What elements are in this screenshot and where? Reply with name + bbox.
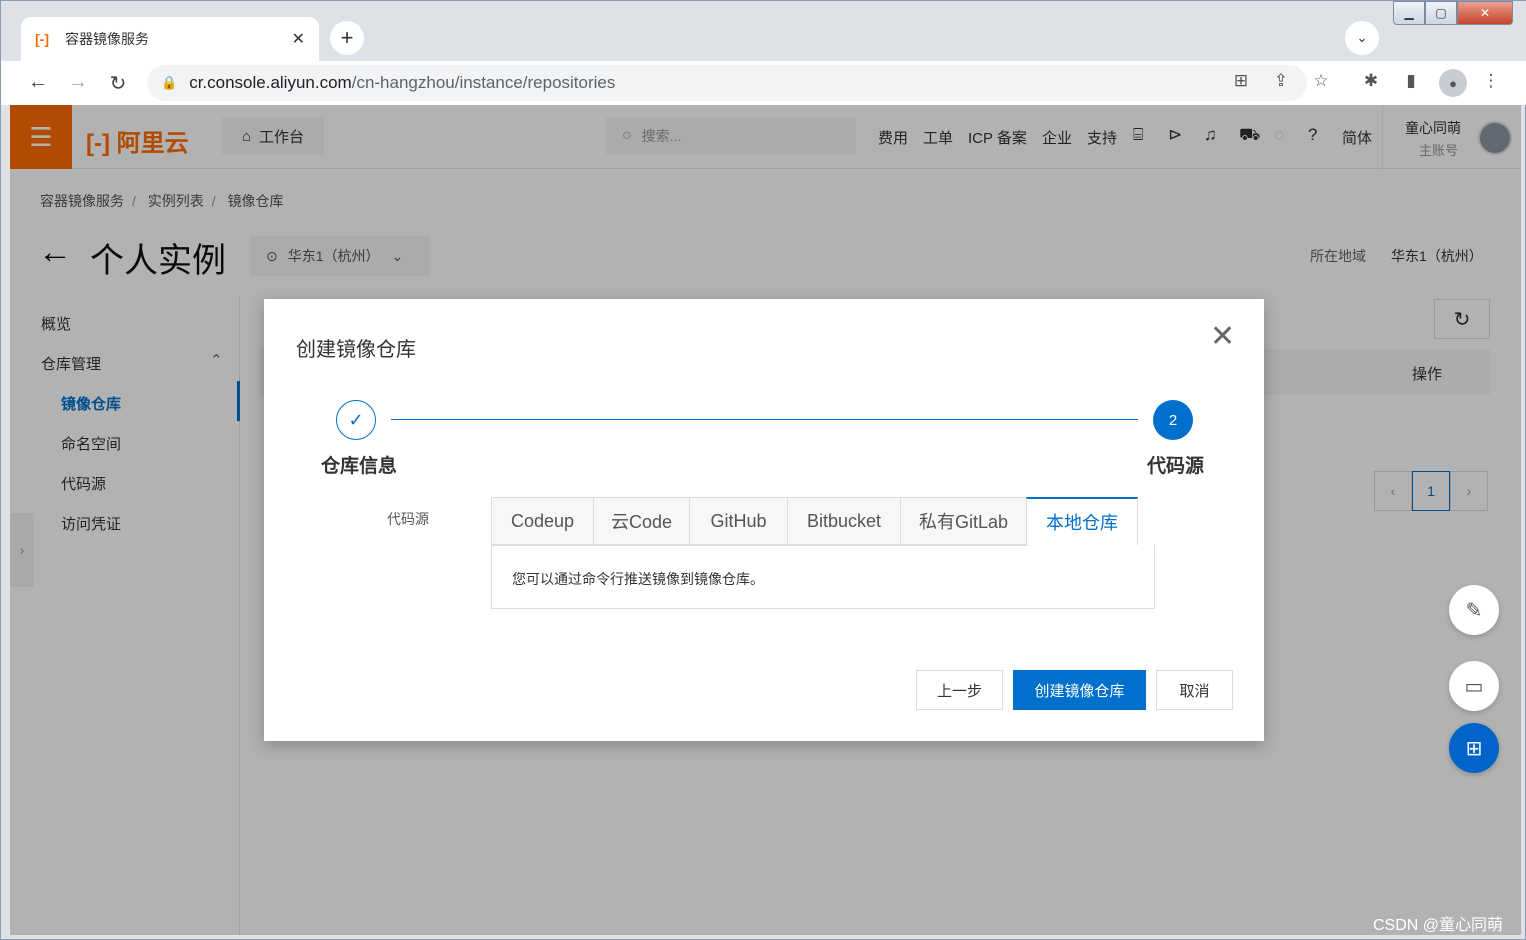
step-connector	[391, 419, 1138, 420]
tab-local-repo[interactable]: 本地仓库	[1026, 497, 1138, 545]
back-arrow-icon[interactable]: ←	[25, 71, 51, 94]
create-repository-dialog: 创建镜像仓库 ✕ ✓ 2 仓库信息 代码源 代码源 Codeup 云Code G…	[264, 299, 1264, 741]
share-icon[interactable]: ⇪	[1269, 71, 1293, 91]
browser-toolbar: ← → ↻ 🔒 cr.console.aliyun.com/cn-hangzho…	[1, 61, 1526, 105]
bookmark-star-icon[interactable]: ☆	[1309, 71, 1333, 91]
dialog-title: 创建镜像仓库	[296, 339, 416, 361]
step-label: 代码源	[1147, 456, 1205, 477]
pane-text: 您可以通过命令行推送镜像到镜像仓库。	[512, 571, 764, 587]
url-host: cr.console.aliyun.com	[189, 73, 352, 92]
tab-bitbucket[interactable]: Bitbucket	[787, 497, 900, 545]
field-label-source: 代码源	[387, 511, 429, 527]
tab-yuncode[interactable]: 云Code	[593, 497, 689, 545]
source-tabs: Codeup 云Code GitHub Bitbucket 私有GitLab 本…	[491, 497, 1138, 545]
side-panel-icon[interactable]: ▮	[1399, 71, 1423, 91]
close-icon[interactable]: ✕	[1210, 319, 1235, 354]
new-tab-button[interactable]: +	[330, 21, 364, 55]
extensions-icon[interactable]: ✱	[1359, 71, 1383, 91]
menu-kebab-icon[interactable]: ⋮	[1479, 71, 1503, 91]
tab-github[interactable]: GitHub	[689, 497, 787, 545]
tab-title: 容器镜像服务	[65, 31, 149, 47]
address-bar[interactable]: 🔒 cr.console.aliyun.com/cn-hangzhou/inst…	[147, 65, 1307, 101]
watermark: CSDN @童心同萌	[1373, 917, 1504, 934]
tab-pane-top-border	[491, 545, 1028, 546]
tab-strip: [-] 容器镜像服务 ✕ + ⌄ ▁ ▢ ✕	[1, 1, 1526, 61]
chat-icon[interactable]: ▭	[1449, 661, 1499, 711]
browser-window: [-] 容器镜像服务 ✕ + ⌄ ▁ ▢ ✕ ← → ↻ 🔒 cr.consol…	[0, 0, 1526, 940]
translate-icon[interactable]: ⊞	[1229, 71, 1253, 91]
tab-private-gitlab[interactable]: 私有GitLab	[900, 497, 1026, 545]
aliyun-favicon-icon: [-]	[35, 31, 49, 47]
tab-codeup[interactable]: Codeup	[491, 497, 593, 545]
window-close-button[interactable]: ✕	[1457, 1, 1513, 25]
apps-grid-icon[interactable]: ⊞	[1449, 723, 1499, 773]
window-maximize-button[interactable]: ▢	[1425, 1, 1457, 25]
prev-step-button[interactable]: 上一步	[916, 670, 1003, 710]
forward-arrow-icon[interactable]: →	[65, 71, 91, 94]
step-label: 仓库信息	[321, 456, 398, 477]
profile-avatar-icon[interactable]: ●	[1439, 69, 1467, 97]
step-active-number: 2	[1153, 400, 1193, 440]
reload-icon[interactable]: ↻	[105, 71, 131, 96]
create-repository-button[interactable]: 创建镜像仓库	[1013, 670, 1146, 710]
edit-feedback-icon[interactable]: ✎	[1449, 585, 1499, 635]
step-done-check-icon: ✓	[336, 400, 376, 440]
url-text: cr.console.aliyun.com/cn-hangzhou/instan…	[189, 73, 615, 93]
tab-search-icon[interactable]: ⌄	[1345, 21, 1379, 55]
tab-pane-content: 您可以通过命令行推送镜像到镜像仓库。	[491, 545, 1155, 609]
url-path: /cn-hangzhou/instance/repositories	[351, 73, 616, 92]
tab-close-icon[interactable]: ✕	[292, 29, 305, 49]
cancel-button[interactable]: 取消	[1156, 670, 1233, 710]
browser-tab[interactable]: [-] 容器镜像服务 ✕	[21, 17, 319, 61]
lock-icon: 🔒	[161, 75, 178, 90]
window-minimize-button[interactable]: ▁	[1393, 1, 1425, 25]
